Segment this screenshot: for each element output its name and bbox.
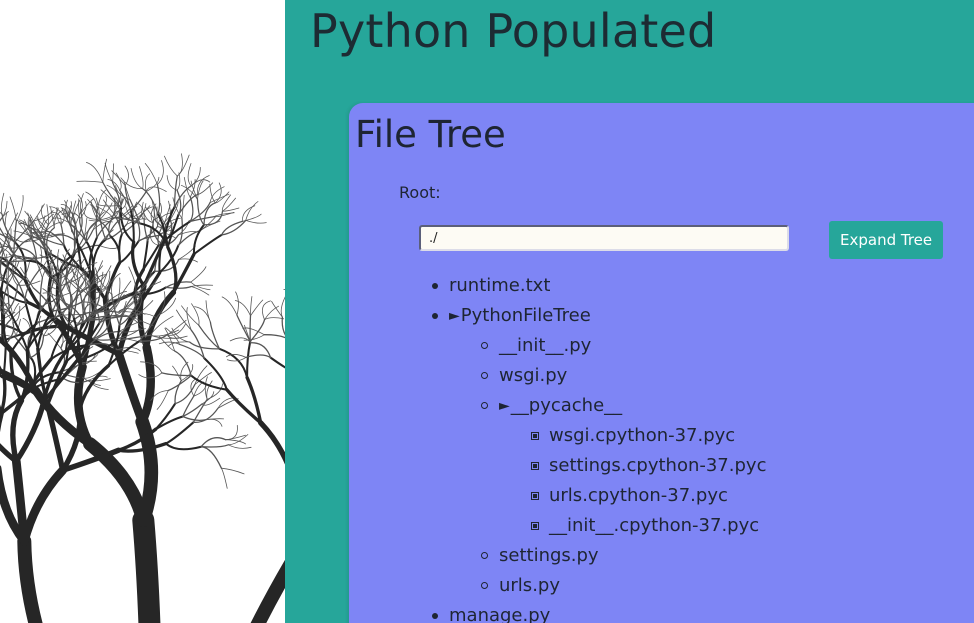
tree-folder-pycache[interactable]: ►__pycache__ <box>449 391 766 421</box>
square-bullet <box>531 462 539 470</box>
tree-item-label: urls.py <box>499 575 560 596</box>
tree-illustration <box>0 0 285 623</box>
disc-bullet <box>432 283 438 289</box>
tree-item-init-pyc[interactable]: __init__.cpython-37.pyc <box>449 511 766 541</box>
expand-arrow-icon[interactable]: ► <box>499 398 510 414</box>
tree-item-label: PythonFileTree <box>460 305 591 326</box>
tree-item-urls-pyc[interactable]: urls.cpython-37.pyc <box>449 481 766 511</box>
expand-arrow-icon[interactable]: ► <box>449 308 460 324</box>
page-title: Python Populated <box>310 4 717 58</box>
tree-item-manage-py[interactable]: manage.py <box>432 601 766 623</box>
file-tree-panel: File Tree Root: Expand Tree runtime.txt … <box>349 103 974 623</box>
tree-item-label: __init__.py <box>499 335 592 356</box>
tree-item-label: settings.py <box>499 545 599 566</box>
tree-item-settings-pyc[interactable]: settings.cpython-37.pyc <box>449 451 766 481</box>
square-bullet <box>531 522 539 530</box>
tree-item-wsgi-pyc[interactable]: wsgi.cpython-37.pyc <box>449 421 766 451</box>
tree-item-settings-py[interactable]: settings.py <box>449 541 766 571</box>
circle-bullet <box>481 552 488 559</box>
tree-item-label: wsgi.py <box>499 365 568 386</box>
tree-item-label: manage.py <box>449 605 551 623</box>
circle-bullet <box>481 372 488 379</box>
tree-item-label: urls.cpython-37.pyc <box>549 485 728 506</box>
disc-bullet <box>432 313 438 319</box>
tree-item-label: runtime.txt <box>449 275 551 296</box>
tree-item-init-py[interactable]: __init__.py <box>449 331 766 361</box>
root-path-input[interactable] <box>419 225 789 251</box>
circle-bullet <box>481 402 488 409</box>
disc-bullet <box>432 613 438 619</box>
root-label: Root: <box>399 183 441 202</box>
tree-item-label: __pycache__ <box>510 395 623 416</box>
tree-item-urls-py[interactable]: urls.py <box>449 571 766 601</box>
square-bullet <box>531 432 539 440</box>
main-area: Python Populated File Tree Root: Expand … <box>285 0 974 623</box>
tree-item-runtime-txt[interactable]: runtime.txt <box>432 271 766 301</box>
tree-item-label: wsgi.cpython-37.pyc <box>549 425 736 446</box>
file-tree-list: runtime.txt ►PythonFileTree __init__.py … <box>432 271 766 623</box>
tree-item-label: settings.cpython-37.pyc <box>549 455 767 476</box>
expand-tree-button[interactable]: Expand Tree <box>829 221 944 259</box>
square-bullet <box>531 492 539 500</box>
panel-title: File Tree <box>355 113 506 156</box>
circle-bullet <box>481 582 488 589</box>
circle-bullet <box>481 342 488 349</box>
tree-branches-image <box>0 153 285 623</box>
tree-item-label: __init__.cpython-37.pyc <box>549 515 760 536</box>
tree-folder-pythonfiletree[interactable]: ►PythonFileTree <box>432 301 766 331</box>
tree-item-wsgi-py[interactable]: wsgi.py <box>449 361 766 391</box>
